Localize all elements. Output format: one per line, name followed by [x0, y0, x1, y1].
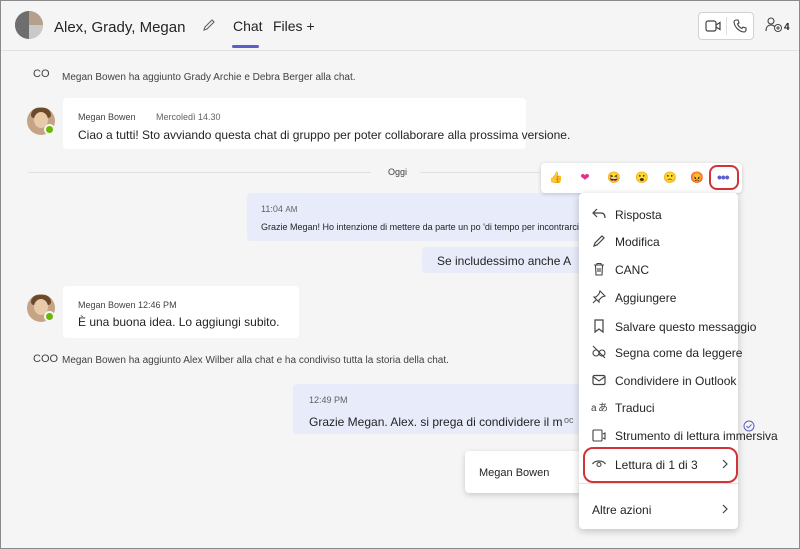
video-call-icon[interactable] [705, 19, 721, 33]
message-time: 11:04 AM [261, 204, 298, 214]
tab-active-indicator [232, 45, 259, 48]
svg-text:a: a [591, 403, 597, 414]
presence-available-icon [44, 124, 55, 135]
presence-available-icon [44, 311, 55, 322]
system-event-icon: CO [33, 68, 50, 80]
message-text: Ciao a tutti! Sto avviando questa chat d… [78, 128, 571, 142]
read-receipt-tooltip: Megan Bowen [465, 451, 582, 493]
edit-icon [593, 235, 605, 247]
sad-reaction-icon[interactable]: 🙁 [661, 169, 679, 187]
pencil-icon[interactable] [201, 17, 217, 33]
group-avatar[interactable] [15, 11, 43, 39]
reader-name: Megan Bowen [479, 467, 550, 479]
menu-item-reply[interactable]: Risposta [579, 201, 738, 227]
seen-check-icon [743, 420, 755, 432]
menu-item-more-actions[interactable]: Altre azioni [579, 496, 738, 522]
translate-icon: aあ [591, 402, 607, 414]
bookmark-icon [594, 319, 604, 334]
pin-icon [592, 289, 607, 304]
date-divider-label: Oggi [388, 167, 408, 177]
menu-item-edit[interactable]: Modifica [579, 228, 738, 254]
delete-icon [594, 262, 604, 276]
message-bubble[interactable] [63, 286, 299, 338]
call-buttons [698, 12, 754, 40]
message-text: Se includessimo anche A [437, 254, 572, 268]
menu-item-save[interactable]: Salvare questo messaggio [579, 313, 756, 339]
message-text-overflow: oc [564, 415, 574, 425]
message-sender: Megan Bowen 12:46 PM [78, 300, 177, 310]
chevron-right-icon [722, 504, 728, 514]
menu-divider [579, 483, 738, 484]
chat-title[interactable]: Alex, Grady, Megan [54, 19, 185, 36]
date-divider-line [28, 172, 371, 173]
chat-header: Alex, Grady, Megan Chat Files + 4 [1, 1, 799, 51]
message-sender: Megan Bowen [78, 112, 136, 122]
surprised-reaction-icon[interactable]: 😮 [633, 169, 651, 187]
laugh-reaction-icon[interactable]: 😆 [605, 169, 623, 187]
menu-item-delete[interactable]: CANC [579, 256, 738, 282]
menu-item-translate[interactable]: aあ Traduci [579, 394, 738, 420]
system-message: Megan Bowen ha aggiunto Alex Wilber alla… [62, 355, 449, 366]
menu-item-immersive-reader[interactable]: Strumento di lettura immersiva [579, 422, 778, 448]
svg-text:あ: あ [598, 402, 607, 414]
angry-reaction-icon[interactable]: 😡 [688, 169, 706, 187]
like-reaction-icon[interactable]: 👍 [547, 169, 565, 187]
menu-item-mark-unread[interactable]: Segna come da leggere [579, 339, 742, 365]
message-text: Grazie Megan! Ho intenzione di mettere d… [261, 222, 579, 232]
message-text: Grazie Megan. Alex. si prega di condivid… [309, 415, 563, 429]
participants-count: 4 [784, 22, 790, 33]
reply-icon [592, 208, 606, 219]
system-message: Megan Bowen ha aggiunto Grady Archie e D… [62, 72, 356, 83]
immersive-reader-icon [592, 429, 606, 442]
menu-item-share-outlook[interactable]: Condividere in Outlook [579, 367, 738, 393]
message-time: 12:49 PM [309, 395, 348, 405]
menu-item-pin[interactable]: Aggiungere [579, 284, 738, 310]
participants-icon[interactable] [765, 16, 783, 34]
tab-files[interactable]: Files + [273, 18, 315, 34]
read-by-highlight [583, 447, 738, 483]
phone-call-icon[interactable] [732, 18, 748, 34]
system-event-icon: COO [33, 353, 59, 365]
ellipsis-icon: ••• [717, 169, 730, 185]
message-text: È una buona idea. Lo aggiungi subito. [78, 315, 280, 329]
more-options-button[interactable]: ••• [709, 165, 739, 190]
message-time: Mercoledì 14.30 [156, 112, 221, 122]
date-divider-line [420, 172, 540, 173]
tab-chat[interactable]: Chat [233, 18, 263, 34]
heart-reaction-icon[interactable]: ❤ [576, 169, 594, 187]
mail-icon [592, 374, 606, 386]
unread-icon [592, 345, 606, 359]
my-message-bubble[interactable] [247, 193, 587, 241]
